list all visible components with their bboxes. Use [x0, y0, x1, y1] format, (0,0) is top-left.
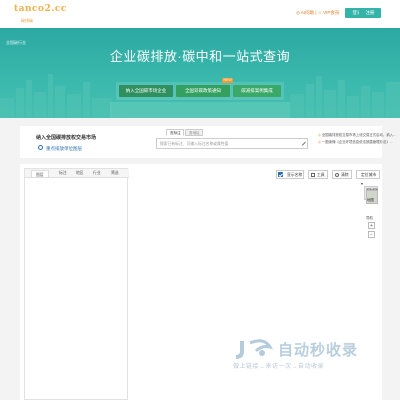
- logo-text: tanco2.cc: [14, 4, 67, 14]
- layer-title: 纳入全国碳排放权交易市场: [36, 135, 97, 141]
- tab-filter[interactable]: 筛选: [111, 171, 119, 176]
- news-item[interactable]: ◎ 一图读懂《企业环境信息依法披露管理办法》...: [318, 139, 400, 146]
- panel-tabs: 图层 标注 地区 行业 筛选: [25, 169, 129, 178]
- tab-search-marker[interactable]: 查标注: [166, 129, 184, 136]
- tab-markers[interactable]: 标注: [59, 171, 67, 176]
- site-logo[interactable]: tanco2.cc 碳排碳: [14, 4, 66, 26]
- emission-reduction-cases-button[interactable]: 碳减排案例集成: [233, 85, 281, 97]
- watermark: 自动秒收录 做上链接→来访一次→自动收录: [228, 339, 388, 383]
- new-badge: NEW: [222, 78, 234, 83]
- carbon-market-companies-button[interactable]: 纳入全国碳市场企业: [119, 85, 173, 97]
- news-list: ◎ 全国碳排放权交易市场上线交易正式启动，纳入... ◎ 一图读懂《企业环境信息…: [318, 132, 400, 146]
- zoom-out-button[interactable]: −: [368, 231, 375, 238]
- layer-subtitle-link[interactable]: 重点排放单位图层: [38, 146, 82, 152]
- tools-button[interactable]: 工具: [308, 170, 328, 179]
- tools-label: 工具: [317, 173, 325, 177]
- map-side-panel: 图层 标注 地区 行业 筛选: [24, 168, 129, 400]
- locate-city-button[interactable]: 定位城市 ▾: [356, 170, 380, 186]
- news-item-text: 全国碳排放权交易市场上线交易正式启动，纳入...: [321, 133, 396, 137]
- info-panel: 纳入全国碳排放权交易市场 重点排放单位图层 查标注 查地址 搜索已有标注、可输入…: [20, 126, 396, 158]
- news-item-text: 一图读懂《企业环境信息依法披露管理办法》...: [321, 140, 393, 144]
- toolbox-icon: [311, 173, 315, 177]
- news-item[interactable]: ◎ 全国碳排放权交易市场上线交易正式启动，纳入...: [318, 132, 400, 139]
- zoom-control: + −: [368, 222, 376, 252]
- dual-carbon-policy-button[interactable]: 全国双碳政策通知: [176, 85, 230, 97]
- zoom-in-button[interactable]: +: [368, 222, 375, 229]
- logo-subtext: 碳排碳: [21, 18, 33, 23]
- clear-icon: [335, 173, 339, 177]
- hero-button-group: 纳入全国碳市场企业 全国双碳政策通知 碳减排案例集成 NEW: [116, 78, 284, 100]
- top-navbar: tanco2.cc 碳排碳 ◎ AI问助 | ☆ VIP会员 登录 注册: [0, 0, 400, 28]
- search-input[interactable]: 搜索已有标注、可输入标注名称或属性值: [156, 138, 308, 149]
- show-name-checkbox[interactable]: [278, 172, 283, 177]
- tab-layers[interactable]: 图层: [31, 170, 49, 178]
- tab-search-address[interactable]: 查地址: [185, 129, 203, 136]
- register-button[interactable]: 注册: [359, 8, 381, 18]
- hero-banner: 全国碳行业 企业碳排放·碳中和一站式查询 纳入全国碳市场企业 全国双碳政策通知 …: [0, 28, 400, 118]
- clear-button[interactable]: 清除: [332, 170, 352, 179]
- map-type-label: 地图: [367, 198, 374, 202]
- clear-label: 清除: [341, 173, 349, 177]
- watermark-logo-icon: [235, 339, 274, 359]
- top-links[interactable]: ◎ AI问助 | ☆ VIP会员: [296, 10, 339, 16]
- hero-title: 企业碳排放·碳中和一站式查询: [109, 49, 291, 64]
- pen-icon[interactable]: [301, 140, 307, 146]
- tab-industry[interactable]: 行业: [93, 171, 101, 176]
- chevron-down-icon: ▾: [361, 182, 363, 186]
- nav-label: 导航: [366, 216, 373, 220]
- show-name-label: 显示名称: [287, 173, 303, 177]
- locate-city-label: 定位城市: [361, 173, 377, 177]
- layer-subtitle: 重点排放单位图层: [46, 146, 82, 151]
- watermark-brand: 自动秒收录: [278, 341, 359, 359]
- watermark-slogan: 做上链接→来访一次→自动收录: [233, 364, 325, 370]
- tab-regions[interactable]: 地区: [76, 171, 84, 176]
